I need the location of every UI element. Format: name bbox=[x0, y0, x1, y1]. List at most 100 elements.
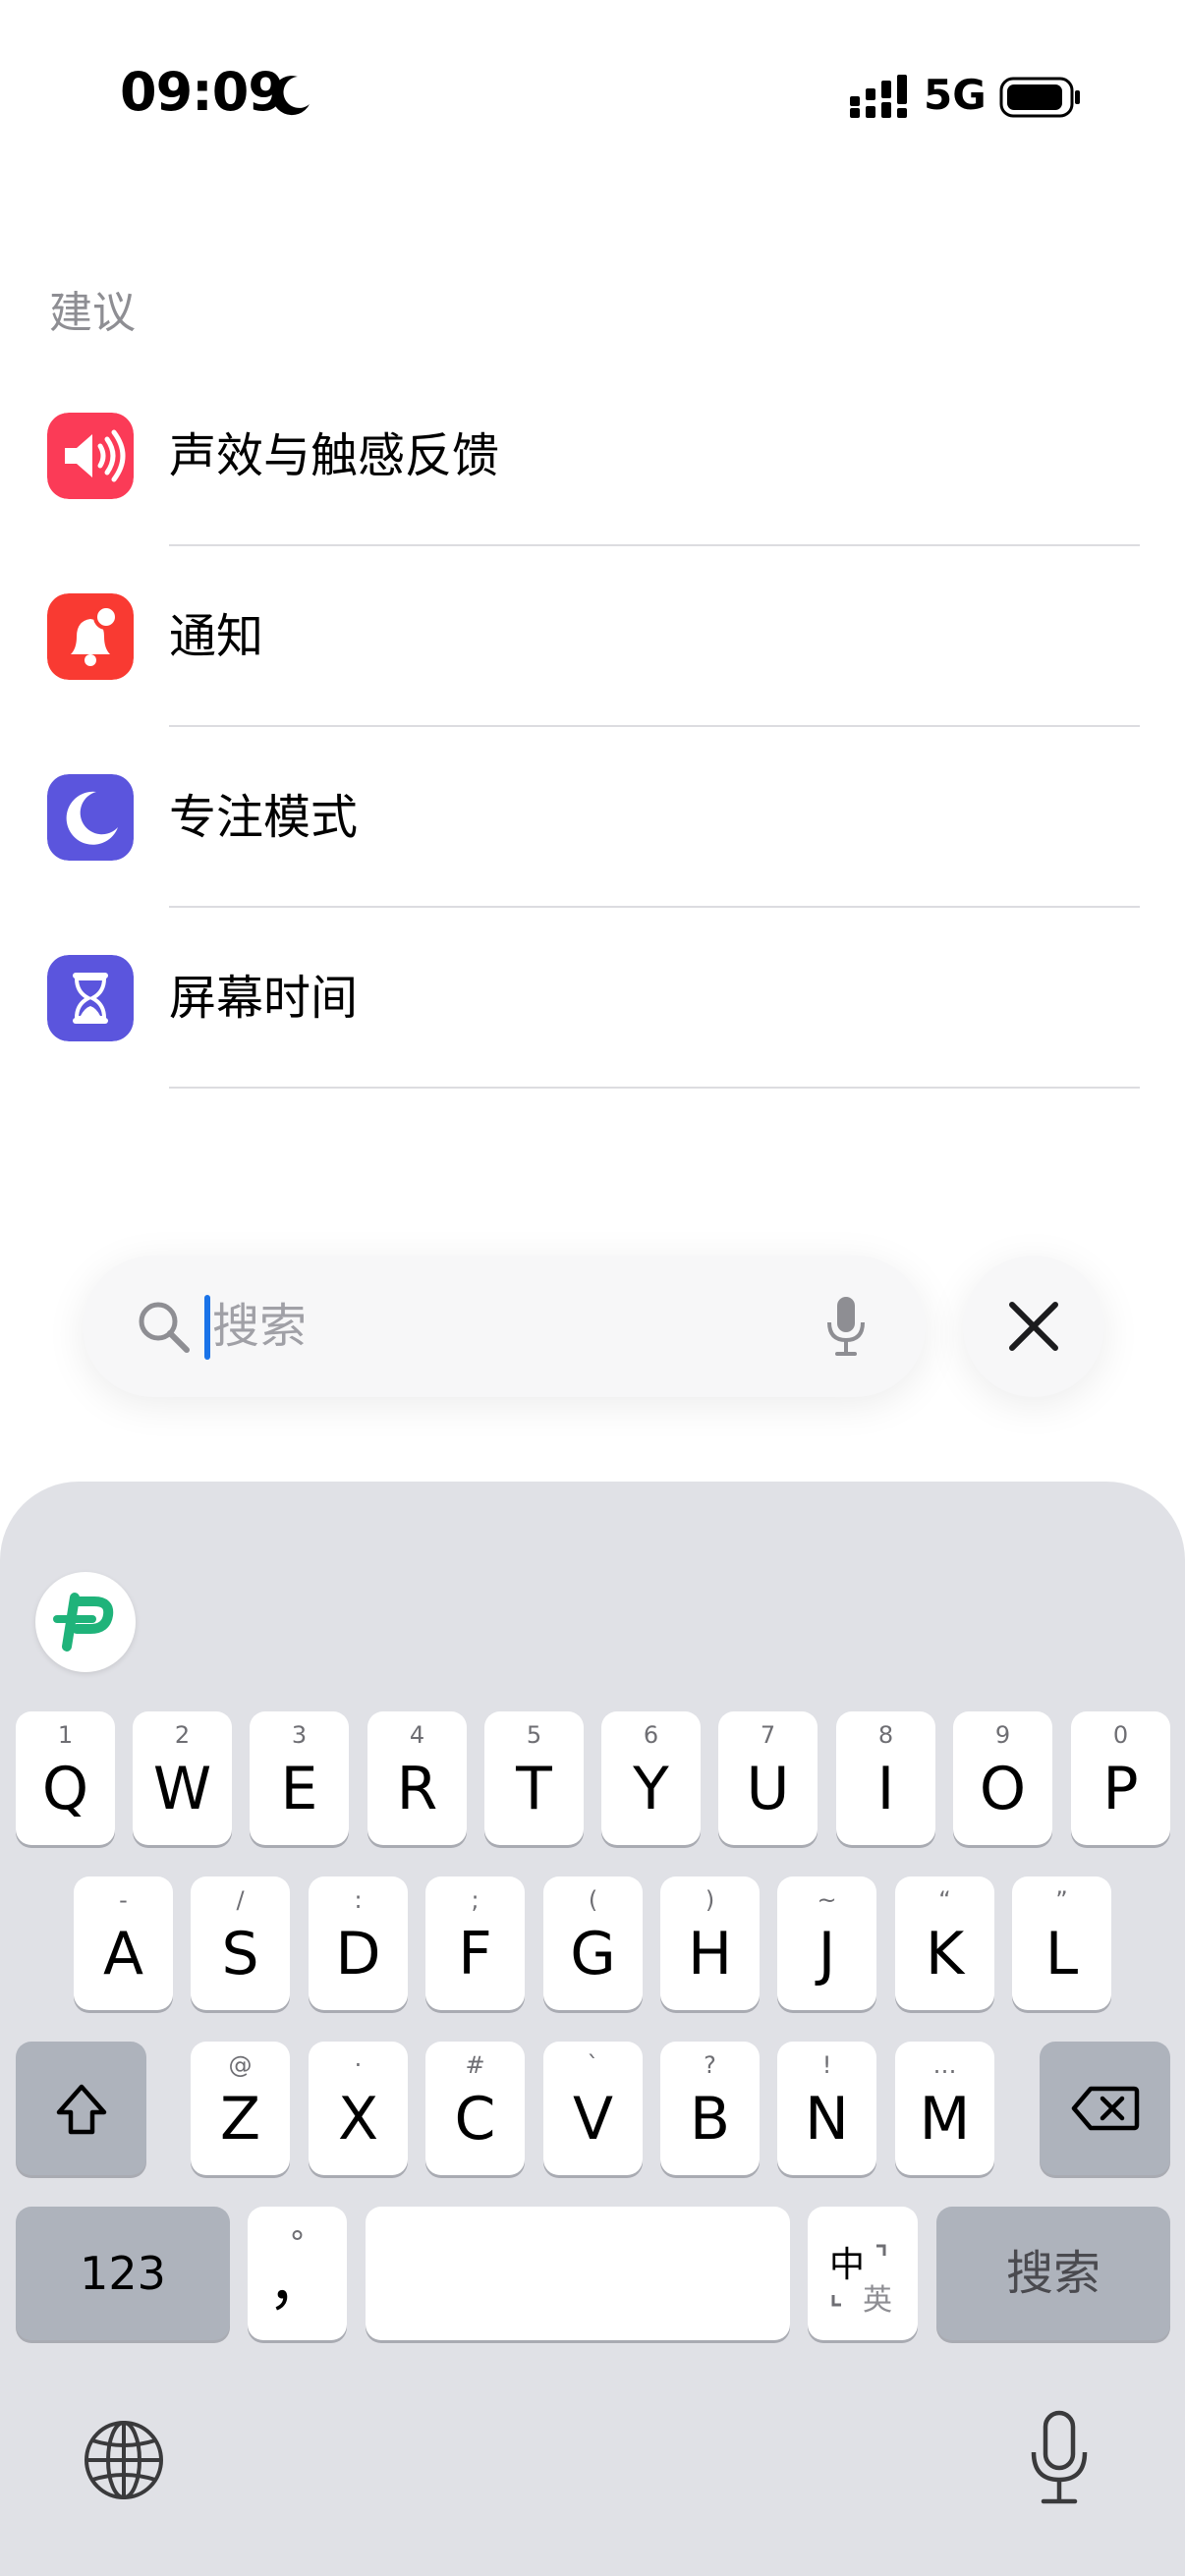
globe-icon[interactable] bbox=[83, 2419, 165, 2501]
key-g[interactable]: (G bbox=[543, 1876, 643, 2010]
key-s[interactable]: / S bbox=[191, 1876, 290, 2010]
search-key-label: 搜索 bbox=[1005, 2246, 1100, 2301]
keyboard bbox=[0, 1482, 1185, 2576]
suggestion-label: 声效与触感反馈 bbox=[169, 428, 500, 483]
key-u[interactable]: 7U bbox=[718, 1711, 818, 1845]
ime-logo-button[interactable] bbox=[35, 1572, 136, 1672]
key-d[interactable]: :D bbox=[309, 1876, 408, 2010]
key-a[interactable]: -A bbox=[74, 1876, 173, 2010]
key-hint: ) bbox=[705, 1886, 715, 1914]
hourglass-icon bbox=[47, 955, 134, 1041]
key-hint: 1 bbox=[57, 1721, 74, 1749]
key-k[interactable]: “K bbox=[895, 1876, 994, 2010]
key-c[interactable]: # C bbox=[425, 2042, 525, 2175]
key-q[interactable]: 1Q bbox=[16, 1711, 115, 1845]
suggestion-notifications[interactable]: 通知 bbox=[0, 546, 1185, 727]
key-hint: 0 bbox=[1112, 1721, 1129, 1749]
key-n[interactable]: ! N bbox=[777, 2042, 876, 2175]
key-hint: # bbox=[465, 2051, 485, 2079]
key-hint: @ bbox=[228, 2051, 253, 2079]
status-time: 09:09 bbox=[120, 61, 285, 123]
key-l[interactable]: ” L bbox=[1012, 1876, 1111, 2010]
key-hint: ? bbox=[704, 2051, 716, 2079]
key-letter: F bbox=[458, 1920, 492, 1988]
key-w[interactable]: 2W bbox=[133, 1711, 232, 1845]
close-search-button[interactable] bbox=[963, 1256, 1104, 1397]
key-hint: / bbox=[236, 1886, 245, 1914]
key-j[interactable]: ~ J bbox=[777, 1876, 876, 2010]
key-letter: G bbox=[570, 1920, 616, 1988]
numbers-key-label: 123 bbox=[80, 2247, 166, 2300]
key-letter: D bbox=[335, 1920, 381, 1988]
key-hint: ` bbox=[587, 2051, 599, 2079]
delete-key[interactable] bbox=[1040, 2042, 1170, 2175]
suggestion-focus-mode[interactable]: 专注模式 bbox=[0, 727, 1185, 908]
key-i[interactable]: 8I bbox=[836, 1711, 935, 1845]
key-v[interactable]: ` V bbox=[543, 2042, 643, 2175]
key-letter: P bbox=[1102, 1755, 1139, 1823]
key-r[interactable]: 4R bbox=[367, 1711, 467, 1845]
key-letter: E bbox=[280, 1755, 318, 1823]
suggestion-sound-haptics[interactable]: 声效与触感反馈 bbox=[0, 365, 1185, 546]
key-letter: S bbox=[221, 1920, 259, 1988]
key-x[interactable]: · X bbox=[309, 2042, 408, 2175]
shift-icon bbox=[56, 2084, 107, 2135]
key-hint: 5 bbox=[526, 1721, 542, 1749]
key-letter: W bbox=[152, 1755, 212, 1823]
network-type: 5G bbox=[924, 71, 987, 119]
key-hint: ; bbox=[471, 1886, 480, 1914]
key-hint: 6 bbox=[643, 1721, 659, 1749]
key-letter: T bbox=[516, 1755, 552, 1823]
key-hint: - bbox=[119, 1886, 128, 1914]
key-letter: H bbox=[687, 1920, 733, 1988]
notification-bell-icon bbox=[47, 593, 134, 680]
key-letter: L bbox=[1044, 1920, 1079, 1988]
key-f[interactable]: ; F bbox=[425, 1876, 525, 2010]
key-letter: J bbox=[818, 1920, 836, 1988]
key-b[interactable]: ? B bbox=[660, 2042, 760, 2175]
key-p[interactable]: 0P bbox=[1071, 1711, 1170, 1845]
comma-key[interactable]: ° ， bbox=[248, 2207, 347, 2340]
signal-strength-icon bbox=[850, 75, 907, 118]
dictation-mic-icon[interactable] bbox=[823, 1295, 869, 1358]
search-icon bbox=[139, 1302, 190, 1353]
key-letter: O bbox=[979, 1755, 1027, 1823]
key-letter: X bbox=[337, 2085, 379, 2154]
search-key[interactable]: 搜索 bbox=[936, 2207, 1170, 2340]
search-placeholder: 搜索 bbox=[212, 1299, 308, 1354]
key-hint: … bbox=[932, 2051, 957, 2079]
numbers-key[interactable]: 123 bbox=[16, 2207, 230, 2340]
battery-icon bbox=[999, 77, 1080, 118]
space-key[interactable] bbox=[366, 2207, 790, 2340]
key-o[interactable]: 9O bbox=[953, 1711, 1052, 1845]
key-hint: 3 bbox=[291, 1721, 308, 1749]
key-m[interactable]: … M bbox=[895, 2042, 994, 2175]
shift-key[interactable] bbox=[16, 2042, 146, 2175]
suggestion-screen-time[interactable]: 屏幕时间 bbox=[0, 908, 1185, 1089]
key-hint: 8 bbox=[877, 1721, 894, 1749]
suggestion-label: 专注模式 bbox=[169, 790, 359, 845]
key-hint: 2 bbox=[174, 1721, 191, 1749]
suggestion-label: 屏幕时间 bbox=[169, 971, 359, 1026]
key-hint: ! bbox=[821, 2051, 832, 2079]
moon-icon bbox=[47, 774, 134, 861]
suggestions-title: 建议 bbox=[49, 288, 136, 338]
key-hint: ” bbox=[1055, 1886, 1068, 1914]
microphone-icon[interactable] bbox=[1028, 2409, 1091, 2509]
key-hint: “ bbox=[938, 1886, 951, 1914]
key-letter: Z bbox=[219, 2085, 261, 2154]
language-switch-key[interactable]: 中 英 bbox=[808, 2207, 918, 2340]
key-hint: ~ bbox=[817, 1886, 837, 1914]
backspace-icon bbox=[1071, 2086, 1140, 2131]
status-bar: 09:09 5G bbox=[0, 0, 1185, 187]
focus-moon-icon bbox=[272, 76, 310, 116]
key-letter: N bbox=[805, 2085, 849, 2154]
key-letter: B bbox=[689, 2085, 731, 2154]
key-hint: 7 bbox=[760, 1721, 776, 1749]
key-h[interactable]: ) H bbox=[660, 1876, 760, 2010]
key-t[interactable]: 5T bbox=[484, 1711, 584, 1845]
key-z[interactable]: @ Z bbox=[191, 2042, 290, 2175]
key-e[interactable]: 3E bbox=[250, 1711, 349, 1845]
key-y[interactable]: 6Y bbox=[601, 1711, 701, 1845]
suggestion-label: 通知 bbox=[169, 609, 264, 664]
